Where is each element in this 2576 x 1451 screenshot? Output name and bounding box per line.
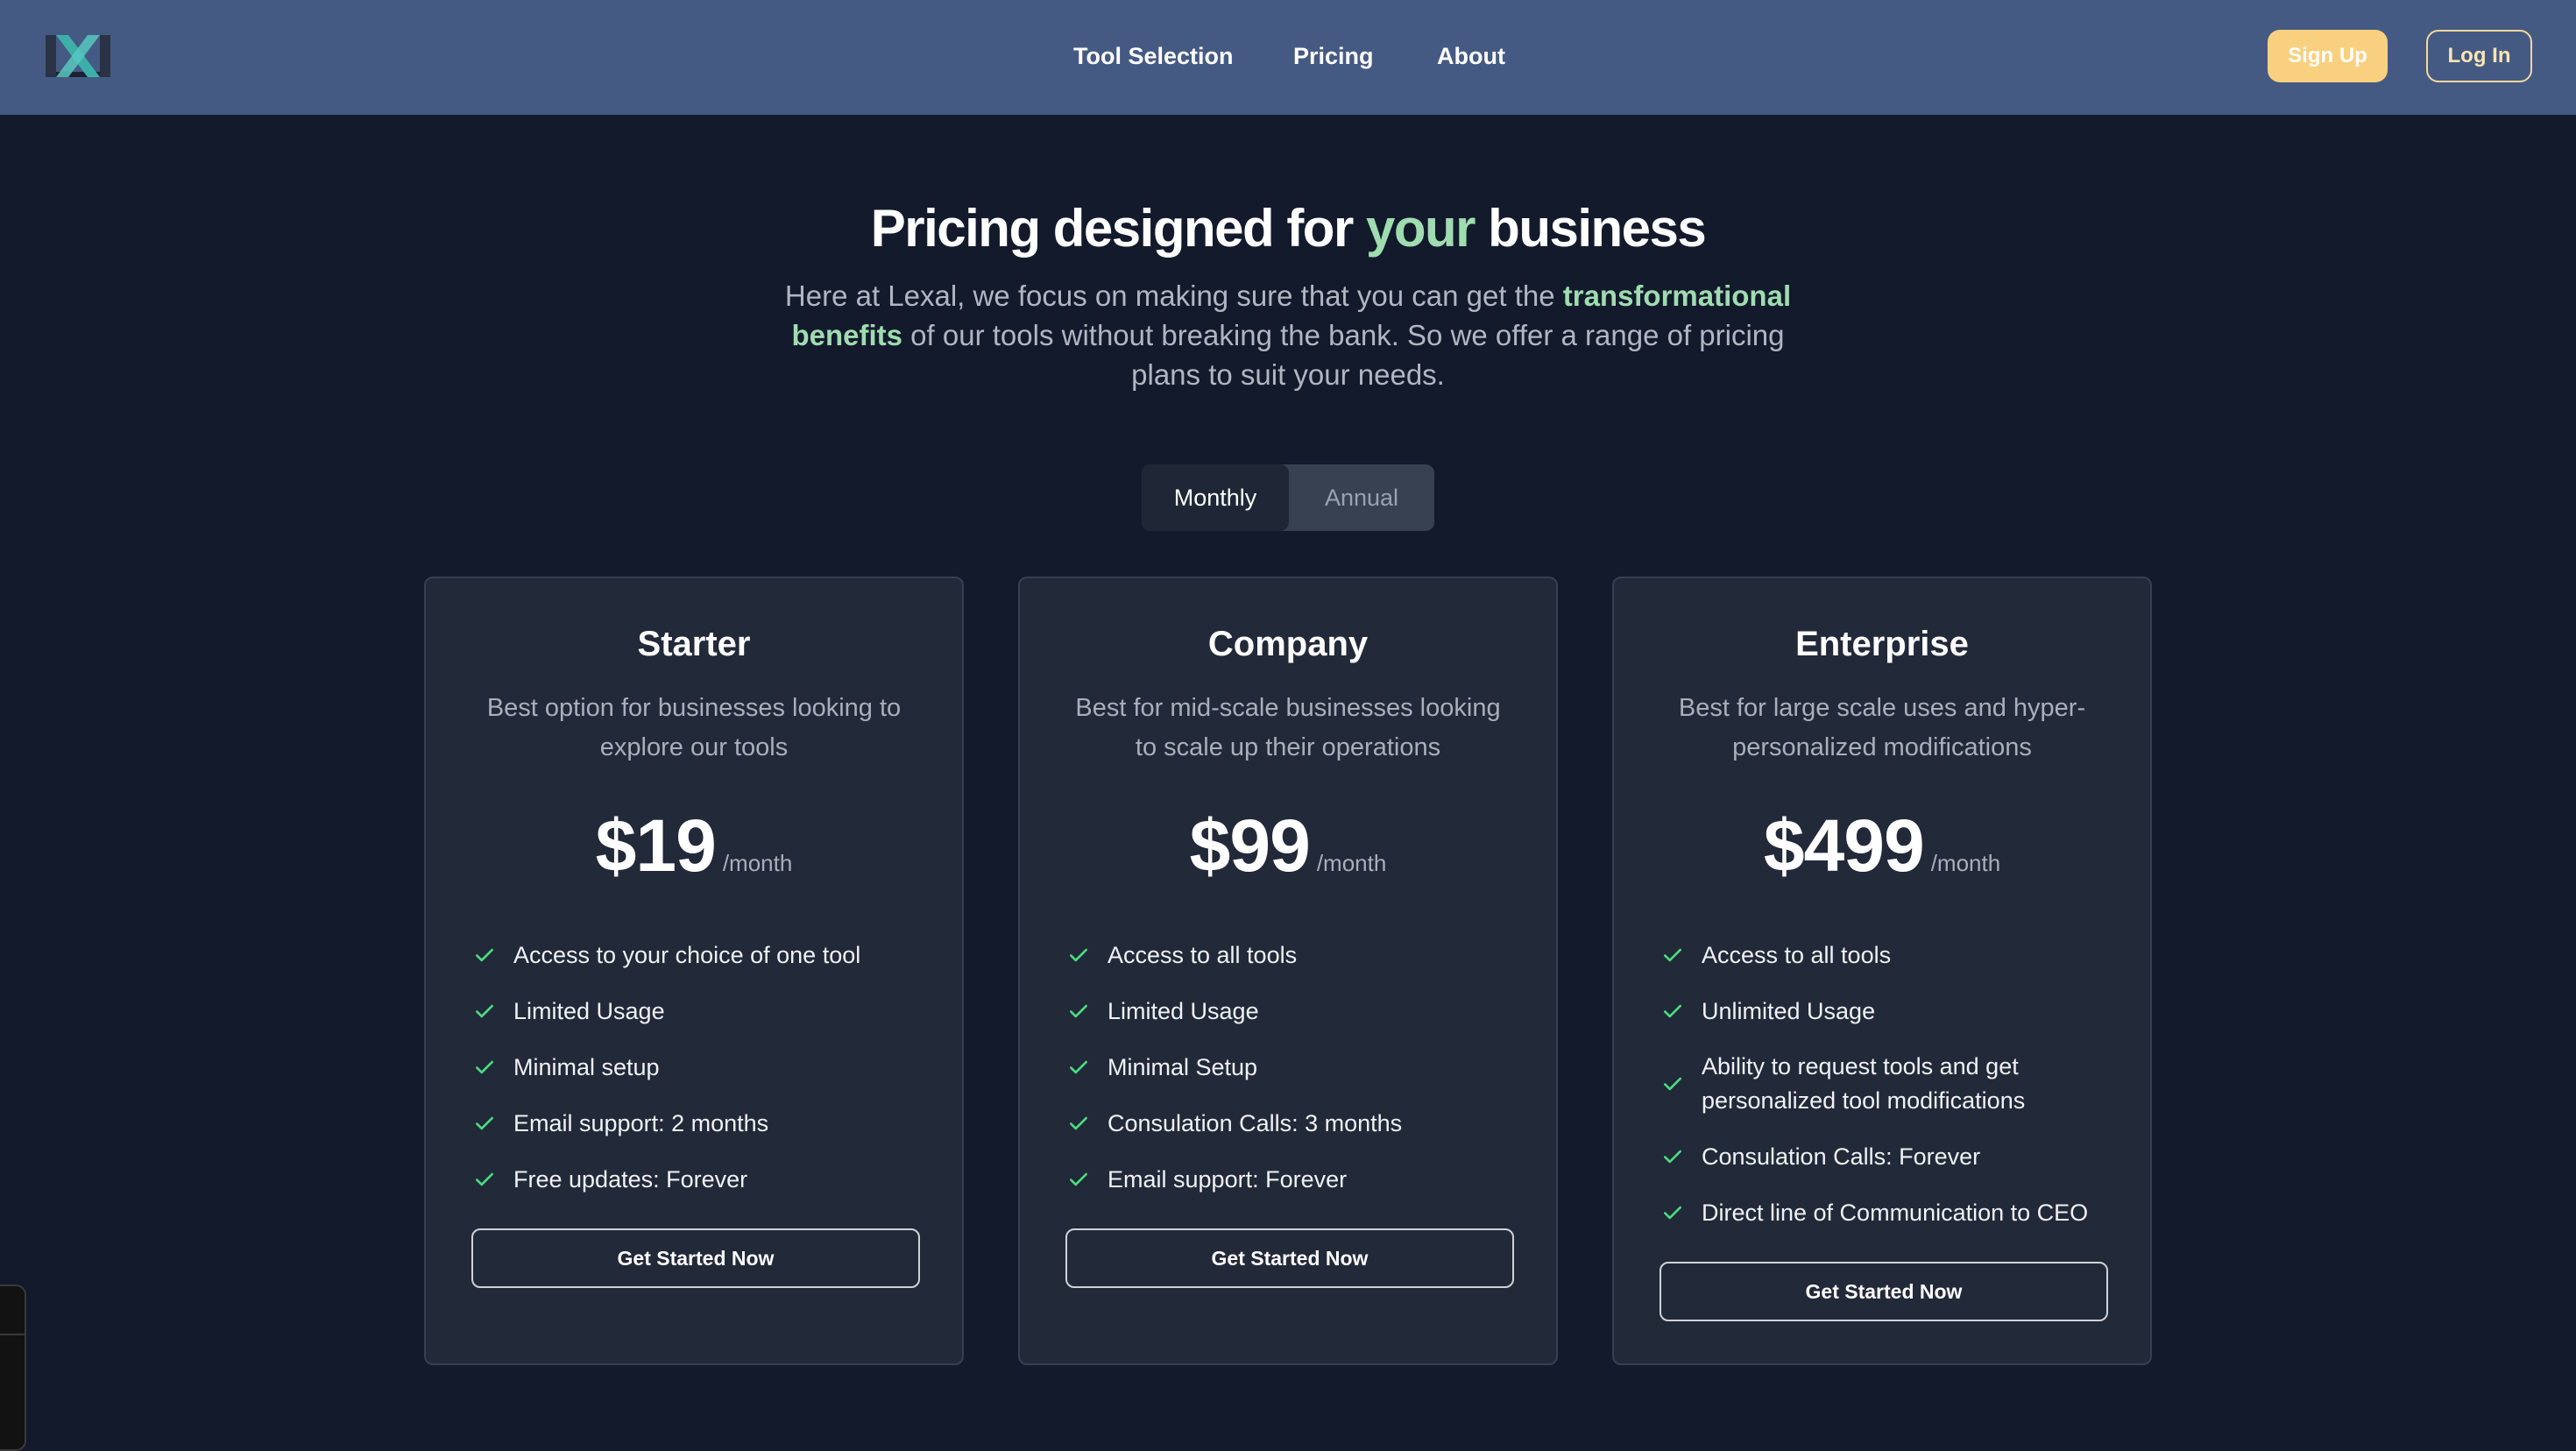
subtitle-text-post: of our tools without breaking the bank. … (902, 319, 1785, 391)
check-icon (1664, 1077, 1681, 1091)
check-icon (1070, 1060, 1087, 1074)
feature-item: Direct line of Communication to CEO (1661, 1185, 2117, 1241)
feature-item: Email support: Forever (1067, 1151, 1523, 1207)
feature-item: Consulation Calls: Forever (1661, 1129, 2117, 1185)
feature-item: Free updates: Forever (473, 1151, 929, 1207)
side-widget-tab[interactable] (0, 1285, 26, 1451)
price-period: /month (1316, 850, 1387, 876)
check-icon (1664, 948, 1681, 962)
feature-item: Access to all tools (1067, 927, 1523, 983)
get-started-button-starter[interactable]: Get Started Now (471, 1228, 920, 1288)
feature-item: Ability to request tools and get persona… (1661, 1039, 2117, 1129)
check-icon (476, 1116, 493, 1130)
page-subtitle: Here at Lexal, we focus on making sure t… (762, 276, 1814, 394)
check-icon (1664, 1206, 1681, 1220)
plan-card-company: Company Best for mid-scale businesses lo… (1018, 577, 1558, 1365)
feature-list: Access to your choice of one tool Limite… (473, 927, 929, 1207)
nav-link-tool-selection[interactable]: Tool Selection (1073, 40, 1234, 72)
feature-item: Access to your choice of one tool (473, 927, 929, 983)
check-icon (476, 1060, 493, 1074)
check-icon (1070, 948, 1087, 962)
check-icon (476, 1172, 493, 1186)
check-icon (1070, 1116, 1087, 1130)
plan-description: Best for mid-scale businesses looking to… (1075, 694, 1501, 761)
check-icon (1070, 1004, 1087, 1018)
price-period: /month (722, 850, 793, 876)
title-text-pre: Pricing designed for (870, 199, 1366, 258)
feature-item: Limited Usage (473, 983, 929, 1039)
billing-option-monthly[interactable]: Monthly (1142, 464, 1289, 531)
price-amount: $19 (595, 804, 717, 887)
check-icon (476, 948, 493, 962)
price-amount: $99 (1189, 804, 1311, 887)
plan-card-enterprise: Enterprise Best for large scale uses and… (1612, 577, 2152, 1365)
plan-description: Best for large scale uses and hyper-pers… (1678, 694, 2086, 761)
nav-link-about[interactable]: About (1437, 40, 1505, 72)
check-icon (476, 1004, 493, 1018)
plan-name: Starter (637, 625, 751, 663)
plan-description: Best option for businesses looking to ex… (486, 694, 902, 761)
check-icon (1070, 1172, 1087, 1186)
feature-item: Minimal Setup (1067, 1039, 1523, 1095)
nav-link-pricing[interactable]: Pricing (1293, 40, 1374, 72)
log-in-button[interactable]: Log In (2426, 30, 2532, 82)
plan-name: Enterprise (1795, 625, 1969, 663)
get-started-button-enterprise[interactable]: Get Started Now (1660, 1262, 2108, 1321)
page-title: Pricing designed for your business (0, 195, 2576, 263)
check-icon (1664, 1150, 1681, 1164)
plan-name: Company (1207, 625, 1369, 663)
feature-item: Consulation Calls: 3 months (1067, 1095, 1523, 1151)
price-amount: $499 (1763, 804, 1925, 887)
feature-item: Limited Usage (1067, 983, 1523, 1039)
plan-price: $499/month (1614, 802, 2150, 889)
feature-item: Email support: 2 months (473, 1095, 929, 1151)
plan-price: $99/month (1020, 802, 1556, 889)
sign-up-button[interactable]: Sign Up (2268, 30, 2388, 82)
plan-card-starter: Starter Best option for businesses looki… (424, 577, 964, 1365)
feature-list: Access to all tools Unlimited Usage Abil… (1661, 927, 2117, 1241)
price-period: /month (1930, 850, 2001, 876)
feature-list: Access to all tools Limited Usage Minima… (1067, 927, 1523, 1207)
check-icon (1664, 1004, 1681, 1018)
feature-item: Unlimited Usage (1661, 983, 2117, 1039)
get-started-button-company[interactable]: Get Started Now (1065, 1228, 1514, 1288)
title-accent-word: your (1365, 199, 1476, 258)
billing-option-annual[interactable]: Annual (1289, 464, 1434, 531)
side-widget-divider (0, 1334, 25, 1335)
plan-price: $19/month (426, 802, 962, 889)
nav-links: Tool Selection Pricing About (0, 0, 2576, 115)
title-text-post: business (1475, 199, 1707, 258)
feature-item: Access to all tools (1661, 927, 2117, 983)
subtitle-text-pre: Here at Lexal, we focus on making sure t… (784, 280, 1563, 312)
billing-toggle: Monthly Annual (1142, 464, 1434, 531)
feature-item: Minimal setup (473, 1039, 929, 1095)
navbar: Tool Selection Pricing About Sign Up Log… (0, 0, 2576, 115)
